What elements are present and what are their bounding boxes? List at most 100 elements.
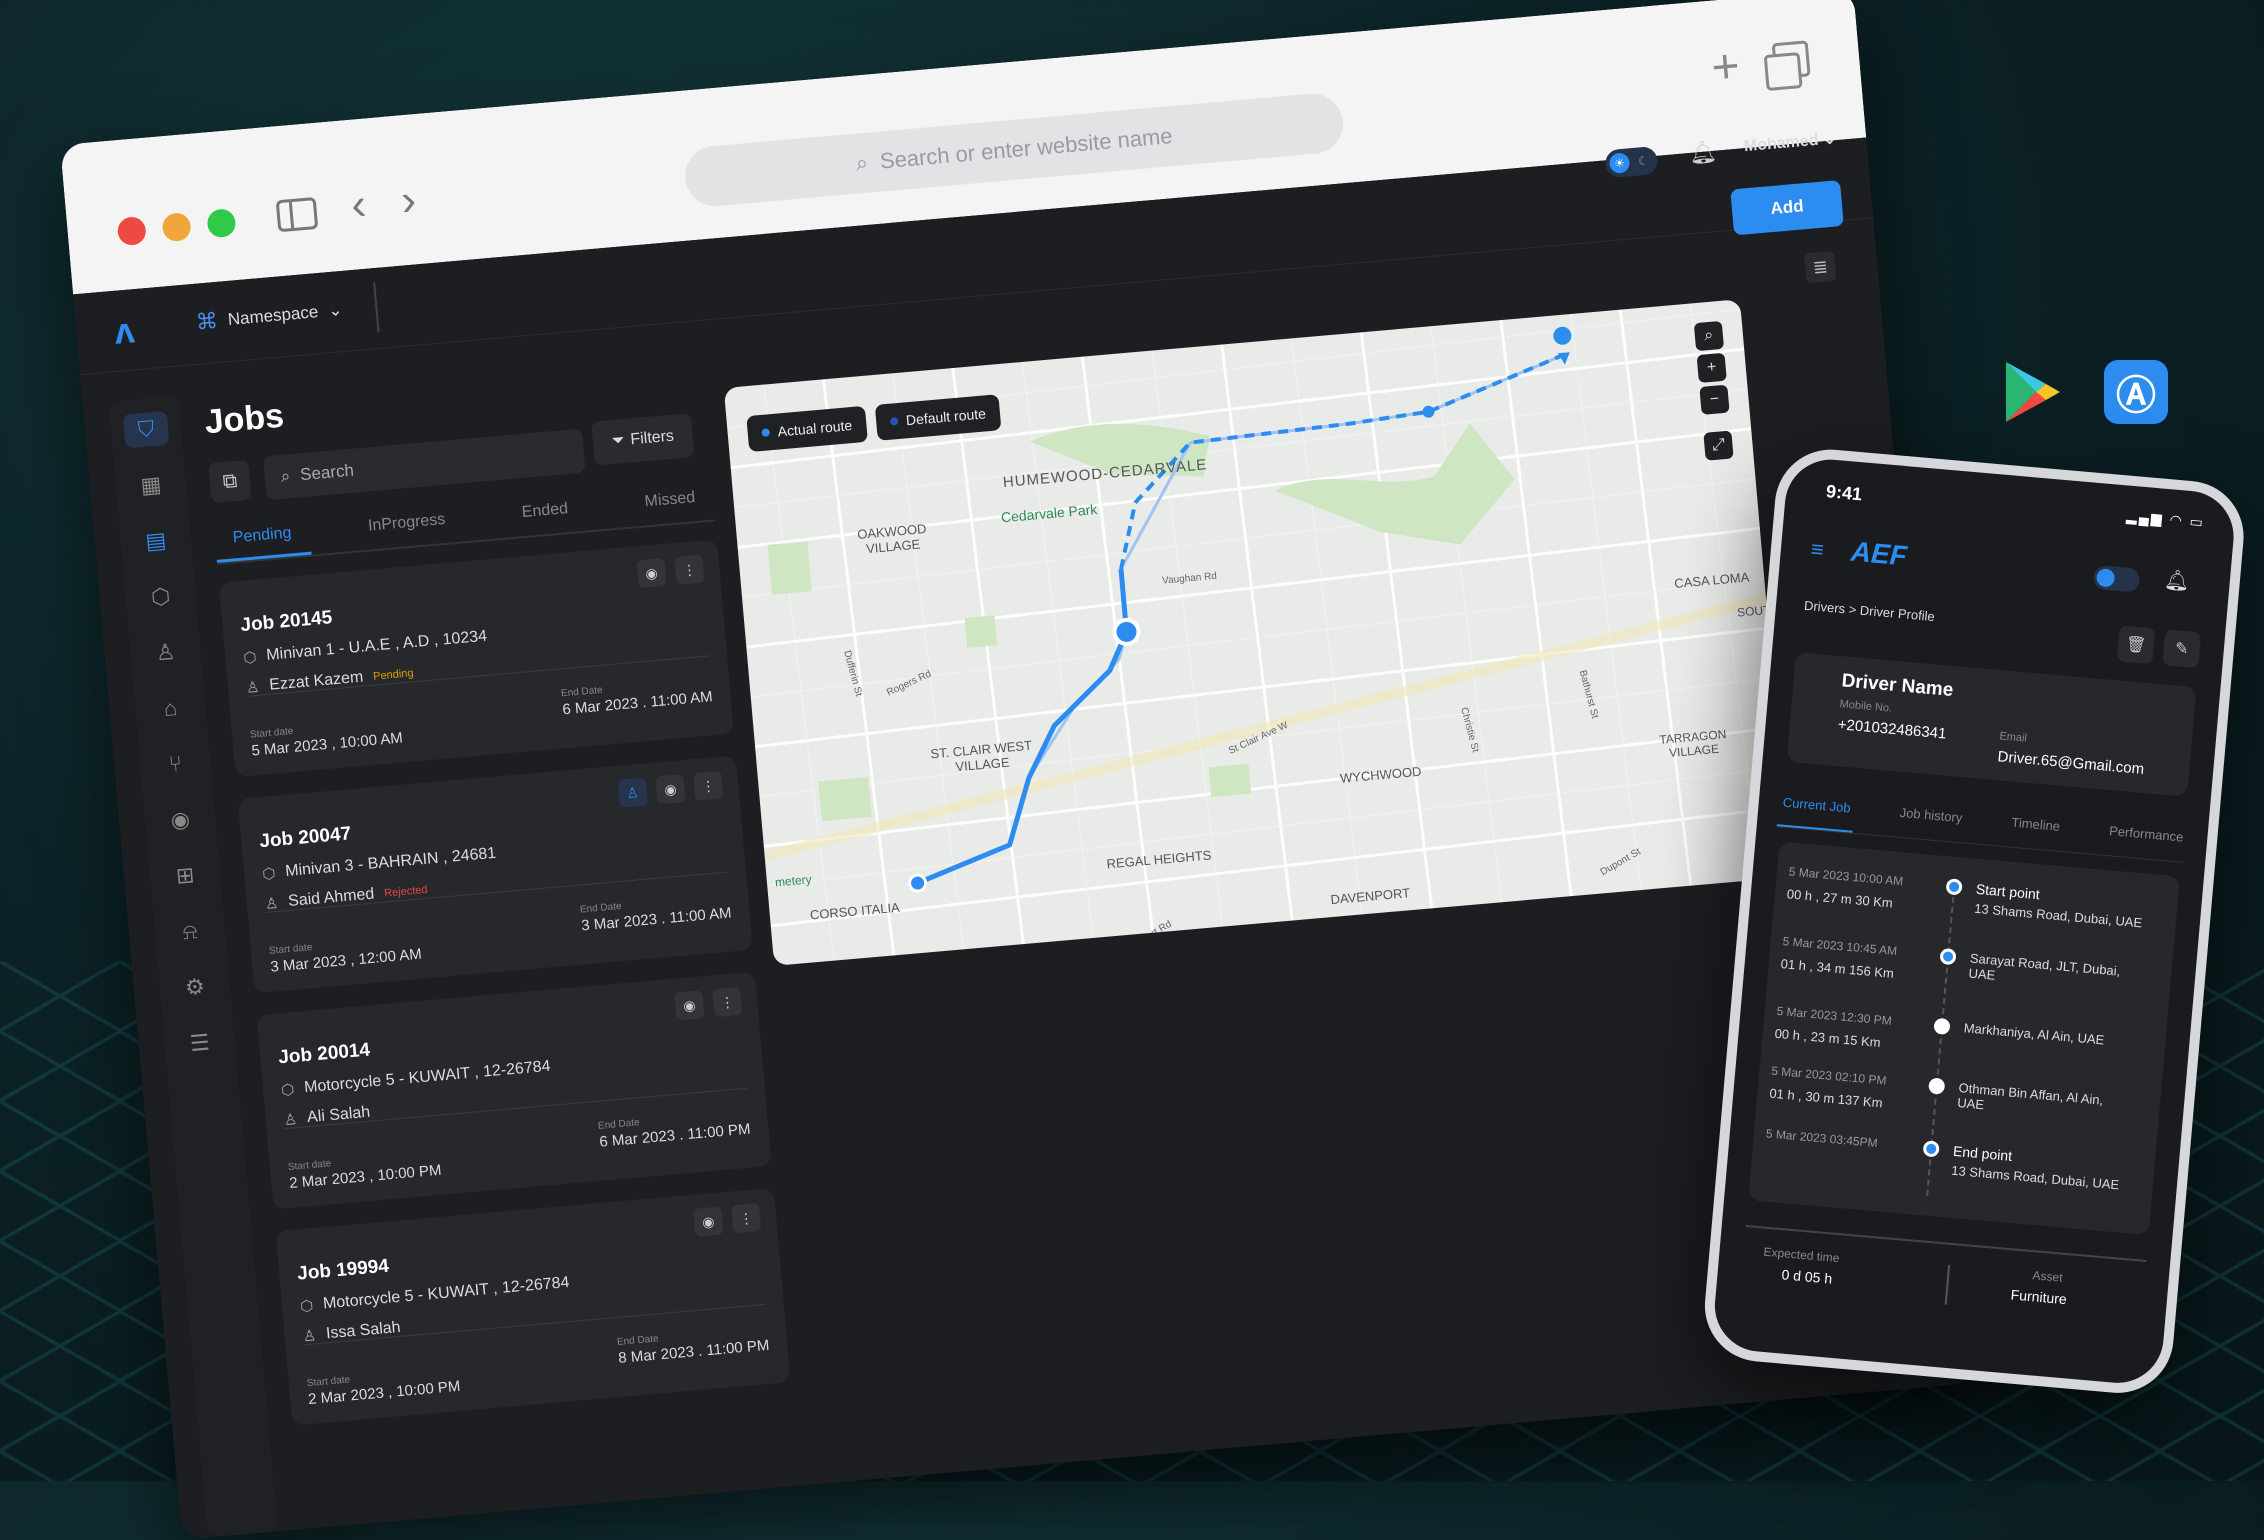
bell-icon[interactable]: 🔔︎ bbox=[1688, 139, 1718, 167]
sidebar-item-routes-icon[interactable]: ⑂ bbox=[152, 745, 199, 783]
breadcrumb-current: Driver Profile bbox=[1859, 602, 1936, 625]
job-end-date: End Date 6 Mar 2023 . 11:00 AM bbox=[561, 675, 714, 719]
tab-pending[interactable]: Pending bbox=[213, 514, 312, 563]
legend-default-route-label: Default route bbox=[905, 405, 987, 429]
eye-icon[interactable]: ◉ bbox=[636, 557, 667, 589]
bell-icon[interactable]: 🔔︎ bbox=[2163, 567, 2190, 594]
more-options-icon[interactable]: ⋮ bbox=[693, 770, 724, 802]
timeline-address: 13 Shams Road, Dubai, UAE bbox=[1973, 900, 2143, 931]
more-options-icon[interactable]: ⋮ bbox=[730, 1203, 762, 1234]
sidebar-item-settings-icon[interactable]: ⚙ bbox=[172, 969, 219, 1007]
job-card[interactable]: ◉ ⋮ Job 20014 ⬡ Motorcycle 5 - KUWAIT , 1… bbox=[256, 971, 772, 1210]
maximize-window-button[interactable] bbox=[206, 208, 237, 239]
theme-toggle[interactable]: ☀ ☾ bbox=[1604, 145, 1659, 179]
sidebar-item-vehicles-icon[interactable]: ⌂ bbox=[147, 690, 194, 728]
tab-performance[interactable]: Performance bbox=[2103, 815, 2189, 862]
minimize-window-button[interactable] bbox=[161, 211, 192, 243]
job-driver: Ezzat Kazem bbox=[268, 668, 364, 694]
map-search-icon[interactable]: ⌕ bbox=[1693, 320, 1725, 352]
breadcrumb-separator: > bbox=[1848, 601, 1857, 618]
app-store-icon[interactable]: Ⓐ bbox=[2104, 360, 2168, 424]
google-play-icon[interactable] bbox=[2000, 360, 2064, 424]
forward-icon[interactable]: › bbox=[399, 175, 418, 225]
tab-timeline[interactable]: Timeline bbox=[2005, 806, 2065, 851]
sidebar-item-packages-icon[interactable]: ⬡ bbox=[137, 578, 184, 616]
sidebar-item-alerts-icon[interactable]: ⍾ bbox=[167, 913, 214, 951]
tab-current-job[interactable]: Current Job bbox=[1776, 786, 1856, 833]
expected-time-label: Expected time bbox=[1763, 1244, 1841, 1266]
browser-window: ‹ › ⌕ Search or enter website name + ʌ ⌘… bbox=[60, 0, 1976, 1540]
tabs-overview-icon[interactable] bbox=[1771, 40, 1811, 80]
status-badge: Pending bbox=[372, 667, 414, 683]
timeline-check-icon bbox=[1939, 947, 1957, 966]
tab-job-history[interactable]: Job history bbox=[1894, 797, 1968, 843]
list-view-icon[interactable]: ≣ bbox=[1804, 250, 1837, 284]
timeline-duration: 01 h , 30 m 137 Km bbox=[1768, 1085, 1884, 1111]
assign-driver-icon[interactable]: ♙ bbox=[617, 777, 648, 808]
breadcrumb-drivers[interactable]: Drivers bbox=[1803, 598, 1845, 617]
job-list: ◉ ⋮ Job 20145 ⬡ Minivan 1 - U.A.E , A.D ,… bbox=[218, 539, 793, 1447]
tab-inprogress[interactable]: InProgress bbox=[349, 501, 465, 551]
email-value: Driver.65@Gmail.com bbox=[1996, 748, 2145, 778]
job-end-date: End Date 6 Mar 2023 . 11:00 PM bbox=[598, 1108, 752, 1151]
search-placeholder: Search bbox=[299, 460, 355, 485]
package-icon: ⬡ bbox=[280, 1081, 296, 1100]
package-icon: ⬡ bbox=[242, 648, 258, 667]
zoom-in-icon[interactable]: + bbox=[1696, 352, 1727, 384]
job-start-date: Start date 5 Mar 2023 , 10:00 AM bbox=[250, 716, 404, 760]
job-card[interactable]: ♙ ◉ ⋮ Job 20047 ⬡ Minivan 3 - BAHRAIN , 2… bbox=[237, 755, 753, 994]
more-options-icon[interactable]: ⋮ bbox=[712, 986, 743, 1018]
sidebar-item-locations-icon[interactable]: ◉ bbox=[157, 801, 204, 839]
filters-button[interactable]: ⏷ Filters bbox=[591, 413, 695, 466]
page-title: Jobs bbox=[203, 396, 286, 442]
add-button[interactable]: Add bbox=[1730, 180, 1844, 236]
edit-icon[interactable]: ✎ bbox=[2162, 629, 2202, 669]
search-input[interactable]: ⌕ Search bbox=[262, 428, 586, 501]
sidebar-item-home-icon[interactable]: ⛉ bbox=[122, 410, 170, 449]
job-start-date: Start date 2 Mar 2023 , 10:00 PM bbox=[288, 1149, 443, 1192]
eye-icon[interactable]: ◉ bbox=[693, 1206, 724, 1237]
sidebar-item-docs-icon[interactable]: ☰ bbox=[176, 1024, 223, 1062]
tab-missed[interactable]: Missed bbox=[625, 479, 715, 526]
app-logo[interactable]: ʌ bbox=[113, 309, 137, 353]
job-card[interactable]: ◉ ⋮ Job 19994 ⬡ Motorcycle 5 - KUWAIT , 1… bbox=[275, 1187, 791, 1426]
sidebar-item-jobs-icon[interactable]: ▤ bbox=[132, 522, 179, 560]
sidebar-item-dashboard-icon[interactable]: ▦ bbox=[128, 467, 175, 505]
job-card[interactable]: ◉ ⋮ Job 20145 ⬡ Minivan 1 - U.A.E , A.D ,… bbox=[218, 539, 734, 778]
select-all-icon[interactable]: ⧉ bbox=[208, 459, 252, 504]
hamburger-menu-icon[interactable]: ≡ bbox=[1810, 536, 1825, 563]
eye-icon[interactable]: ◉ bbox=[655, 774, 686, 805]
job-timeline: 5 Mar 2023 10:00 AM 00 h , 27 m 30 Km St… bbox=[1748, 841, 2180, 1236]
eye-icon[interactable]: ◉ bbox=[674, 990, 705, 1021]
asset-value: Furniture bbox=[2010, 1286, 2068, 1308]
tab-ended[interactable]: Ended bbox=[502, 491, 587, 538]
status-time: 9:41 bbox=[1825, 481, 1863, 505]
user-name: Mohamed bbox=[1743, 131, 1820, 156]
mobile-phone: 9:41 ▂▄▆ ◠ ▭ ≡ AEF 🔔︎ Drivers > Driver P… bbox=[1700, 445, 2249, 1398]
timeline-title: Start point bbox=[1975, 880, 2041, 903]
namespace-selector[interactable]: ⌘ Namespace ⌄ bbox=[195, 297, 344, 336]
job-vehicle: Minivan 3 - BAHRAIN , 24681 bbox=[284, 844, 497, 881]
sidebar-item-drivers-icon[interactable]: ♙ bbox=[142, 634, 189, 672]
close-window-button[interactable] bbox=[116, 215, 147, 247]
sun-icon: ☀ bbox=[1608, 152, 1631, 174]
expected-time-value: 0 d 05 h bbox=[1781, 1266, 1833, 1287]
zoom-out-icon[interactable]: − bbox=[1699, 384, 1730, 415]
theme-toggle[interactable] bbox=[2092, 564, 2141, 593]
filter-icon: ⏷ bbox=[611, 431, 626, 451]
app-shell: ʌ ⌘ Namespace ⌄ ☀ ☾ 🔔︎ Mohamed ⌄ Add ≣ ⛉… bbox=[73, 130, 1976, 1540]
mobile-value: +201032486341 bbox=[1837, 716, 1948, 743]
fullscreen-icon[interactable]: ⤢ bbox=[1703, 430, 1734, 461]
sidebar-toggle-icon[interactable] bbox=[275, 196, 319, 233]
route-map[interactable]: HUMEWOOD-CEDARVALE Cedarvale Park OAKWOO… bbox=[723, 299, 1791, 966]
timeline-duration: 01 h , 34 m 156 Km bbox=[1780, 956, 1895, 981]
back-icon[interactable]: ‹ bbox=[349, 180, 368, 230]
more-options-icon[interactable]: ⋮ bbox=[674, 554, 705, 585]
driver-name: Driver Name bbox=[1840, 670, 1955, 701]
delete-icon[interactable]: 🗑︎ bbox=[2116, 625, 2156, 665]
job-actions: ◉ ⋮ bbox=[674, 986, 743, 1021]
app-logo: AEF bbox=[1849, 535, 1909, 572]
email-label: Email bbox=[1998, 730, 2028, 745]
new-tab-icon[interactable]: + bbox=[1709, 38, 1742, 95]
sidebar-item-reports-icon[interactable]: ⊞ bbox=[162, 857, 209, 895]
